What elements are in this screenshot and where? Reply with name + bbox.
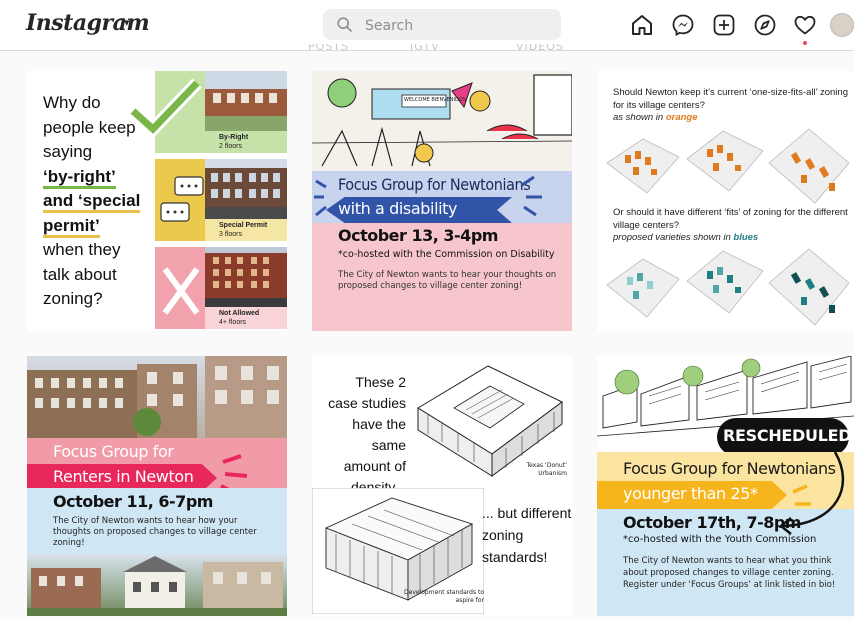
three-floor-building-photo — [205, 159, 287, 219]
explore-icon[interactable] — [753, 13, 777, 37]
post-zoning-case-studies[interactable]: These 2 case studies have the same amoun… — [312, 356, 572, 616]
caption-title: By-Right — [219, 134, 249, 141]
search-icon — [337, 17, 352, 32]
two-floor-building-photo — [205, 71, 287, 131]
renters-subtitle: Renters in Newton — [53, 467, 194, 486]
caption-sub: 4+ floors — [219, 319, 247, 326]
blue-zoning-maps — [606, 248, 850, 326]
orange-label: orange — [665, 112, 698, 123]
not-allowed-caption: Not Allowed 4+ floors — [205, 307, 287, 329]
question-one: Should Newton keep it’s current ‘one-siz… — [613, 87, 848, 125]
account-switch-chevron-icon[interactable]: ▾ — [124, 16, 130, 29]
post-focus-group-youth[interactable]: RESCHEDULED! Focus Group for Newtonians … — [597, 356, 854, 616]
not-allowed-row: Not Allowed 4+ floors — [155, 247, 287, 329]
cohost-note: *co-hosted with the Commission on Disabi… — [338, 249, 555, 260]
question-two: Or should it have different ‘fits’ of zo… — [613, 207, 848, 245]
building-windows — [211, 173, 280, 198]
question-two-text: Or should it have different ‘fits’ of zo… — [613, 207, 848, 231]
profile-tabs: POSTS IGTV VIDEOS — [0, 44, 854, 54]
apartments-drawing — [27, 356, 287, 438]
post-focus-group-renters[interactable]: Focus Group for Renters in Newton Octobe… — [27, 356, 287, 616]
disability-subtitle: with a disability — [338, 199, 458, 218]
speech-bubble-panel — [155, 159, 205, 241]
question-one-text: Should Newton keep it’s current ‘one-siz… — [613, 87, 848, 111]
event-date: October 13, 3-4pm — [338, 226, 498, 245]
post-body-text: The City of Newton wants to hear how you… — [53, 516, 257, 548]
question-one-note: as shown in — [613, 112, 666, 123]
question-line: talk about — [43, 264, 117, 284]
case-study-conclusion-text: ... but different zoning standards! — [482, 505, 572, 565]
caption-title: Not Allowed — [219, 310, 260, 317]
question-line-special: and ‘special — [43, 191, 141, 213]
caption-title: Special Permit — [219, 222, 268, 229]
case-study-intro-text: These 2 case studies have the same amoun… — [328, 374, 406, 495]
x-mark-icon — [162, 267, 200, 315]
post-by-right-special-permit[interactable]: Why do people keep saying ‘by-right’ and… — [27, 71, 287, 331]
building-windows — [213, 93, 277, 103]
texas-donut-caption: Texas ‘Donut’ Urbanism — [526, 462, 567, 477]
search-input[interactable] — [363, 9, 547, 42]
messenger-icon[interactable] — [671, 13, 695, 37]
activity-heart-icon[interactable] — [793, 13, 817, 37]
by-right-caption: By-Right 2 floors — [205, 131, 287, 153]
tab-igtv[interactable]: IGTV — [410, 44, 440, 53]
instagram-logo[interactable]: Instagram — [26, 10, 150, 36]
question-line-permit: permit’ — [43, 215, 100, 238]
caption-sub: 2 floors — [219, 143, 242, 150]
welcome-sign: WELCOME BIENVENIDOS — [404, 97, 466, 103]
houses-drawing — [27, 556, 287, 616]
checkmark-icon — [128, 78, 202, 139]
development-standards-caption: Development standards to aspire for — [404, 589, 484, 604]
curved-arrow-icon — [778, 451, 845, 535]
caption-sub: 3 floors — [219, 231, 242, 238]
checkmark-panel — [128, 71, 205, 153]
question-line: when they — [43, 240, 121, 259]
street-scene-illustration: WELCOME BIENVENIDOS — [312, 71, 572, 171]
street-scene-drawing — [312, 71, 572, 171]
profile-avatar[interactable] — [830, 13, 854, 37]
houses-photo — [27, 554, 287, 616]
four-floor-building-photo — [205, 247, 287, 307]
apartment-buildings-photo — [27, 356, 287, 438]
new-post-icon[interactable] — [712, 13, 736, 37]
post-body-text: The City of Newton wants to hear your th… — [338, 270, 557, 291]
event-date: October 11, 6-7pm — [53, 492, 213, 511]
tab-posts[interactable]: POSTS — [308, 44, 349, 53]
post-focus-group-disability[interactable]: WELCOME BIENVENIDOS Focus Group for Newt… — [312, 71, 572, 331]
home-icon[interactable] — [630, 13, 654, 37]
post-zoning-fits[interactable]: Should Newton keep it’s current ‘one-siz… — [597, 71, 854, 331]
search-box[interactable] — [323, 9, 561, 42]
orange-zoning-maps — [606, 128, 850, 204]
tab-videos[interactable]: VIDEOS — [516, 44, 564, 53]
question-line-by-right: ‘by-right’ — [43, 166, 116, 189]
speech-bubbles-icon — [160, 176, 204, 222]
special-permit-row: Special Permit 3 floors — [155, 159, 287, 241]
question-line: zoning? — [43, 289, 103, 308]
by-right-row: By-Right 2 floors — [128, 71, 287, 153]
x-mark-panel — [155, 247, 205, 329]
focus-group-title: Focus Group for — [53, 442, 174, 461]
special-permit-caption: Special Permit 3 floors — [205, 219, 287, 241]
building-windows — [213, 257, 269, 288]
